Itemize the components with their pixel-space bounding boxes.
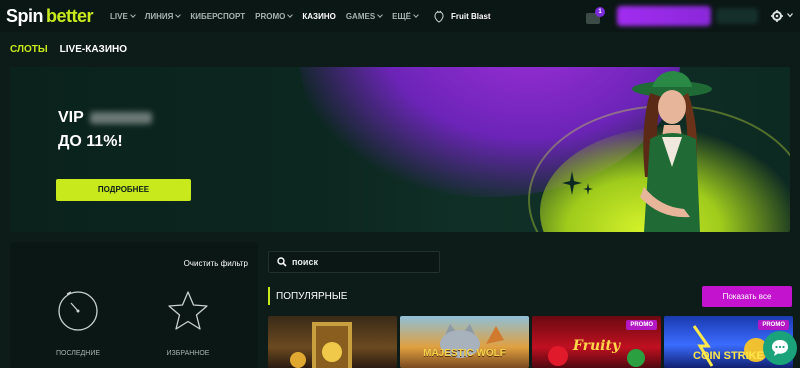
chevron-down-icon — [129, 11, 136, 18]
search-box[interactable] — [268, 251, 440, 273]
nav-label: КИБЕРСПОРТ — [190, 11, 246, 21]
game-thumbnail — [290, 322, 352, 368]
nav-label: PROMO — [255, 11, 286, 21]
chevron-down-icon — [377, 11, 383, 18]
filter-panel: Очистить фильтр ПОСЛЕДНИЕ ИЗБРАННОЕ — [10, 242, 258, 368]
nav-item-casino[interactable]: КАЗИНО — [302, 12, 335, 21]
strawberry-icon — [434, 10, 444, 23]
logo-better-text: better — [46, 5, 94, 26]
main-nav: LIVE ЛИНИЯ КИБЕРСПОРТ PROMO КАЗИНО GAMES… — [110, 0, 501, 32]
promo-badge: PROMO — [626, 320, 657, 330]
nav-item-line[interactable]: ЛИНИЯ — [144, 11, 182, 21]
game-thumbnail — [440, 324, 504, 358]
gift-button[interactable]: 1 — [584, 7, 605, 25]
game-tile[interactable] — [268, 316, 397, 368]
tab-live-casino[interactable]: LIVE-КАЗИНО — [60, 44, 127, 55]
filter-recent[interactable]: ПОСЛЕДНИЕ — [48, 290, 108, 357]
filter-favorites-label: ИЗБРАННОЕ — [166, 350, 210, 357]
nav-label: ЕЩЁ — [392, 11, 411, 21]
star-icon — [168, 291, 208, 330]
game-tile[interactable]: MAJESTIC WOLF — [400, 316, 529, 368]
nav-item-more[interactable]: ЕЩЁ — [392, 11, 419, 21]
clear-filter-link[interactable]: Очистить фильтр — [184, 259, 248, 268]
chevron-down-icon[interactable] — [787, 12, 793, 18]
fruit-blast-label: Fruit Blast — [451, 11, 491, 21]
game-tile[interactable]: PROMO Fruity — [532, 316, 661, 368]
chevron-down-icon — [413, 11, 419, 18]
nav-item-games[interactable]: GAMES — [345, 11, 383, 21]
account-balance-blurred[interactable] — [617, 6, 711, 26]
nav-item-live[interactable]: LIVE — [110, 11, 136, 21]
nav-item-fruit-blast[interactable]: Fruit Blast — [428, 9, 491, 23]
promo-badge: PROMO — [758, 320, 789, 330]
filter-favorites[interactable]: ИЗБРАННОЕ — [158, 290, 218, 357]
chevron-down-icon — [287, 11, 294, 18]
game-title: MAJESTIC WOLF — [423, 348, 506, 359]
popular-accent-bar — [268, 287, 270, 305]
search-input[interactable] — [292, 257, 422, 267]
banner-vip-line: VIP — [58, 109, 152, 127]
filter-recent-label: ПОСЛЕДНИЕ — [55, 350, 101, 357]
stopwatch-icon — [58, 291, 98, 331]
popular-heading: ПОПУЛЯРНЫЕ — [276, 291, 348, 302]
show-all-button[interactable]: Показать все — [702, 286, 792, 307]
gift-count-badge: 1 — [595, 7, 605, 17]
nav-item-promo[interactable]: PROMO — [255, 11, 294, 21]
gear-icon[interactable] — [771, 10, 783, 22]
search-icon — [277, 257, 287, 267]
chat-bubble-icon — [772, 340, 788, 356]
banner-vip-text: VIP — [58, 109, 84, 126]
banner-character-image — [632, 71, 712, 232]
account-button-blurred[interactable] — [716, 8, 758, 24]
banner-vip-blurred — [89, 112, 152, 124]
promo-banner[interactable]: VIP ДО 11%! ПОДРОБНЕЕ — [10, 67, 790, 232]
nav-label: LIVE — [110, 11, 128, 21]
nav-label: GAMES — [345, 11, 376, 21]
nav-label: КАЗИНО — [302, 11, 336, 21]
chat-button[interactable] — [763, 331, 797, 365]
nav-label: ЛИНИЯ — [144, 11, 174, 21]
logo-spin-text: Spin — [6, 5, 44, 26]
banner-headline: ДО 11%! — [58, 133, 123, 150]
tab-slots[interactable]: СЛОТЫ — [10, 44, 48, 55]
spinbetter-logo[interactable]: Spin better — [6, 6, 110, 27]
nav-item-esports[interactable]: КИБЕРСПОРТ — [190, 12, 245, 21]
casino-subnav: СЛОТЫ LIVE-КАЗИНО — [0, 32, 800, 66]
sparkle-icon — [562, 171, 593, 195]
banner-more-button[interactable]: ПОДРОБНЕЕ — [56, 179, 191, 201]
game-title: Fruity — [572, 338, 621, 354]
chevron-down-icon — [175, 11, 182, 18]
